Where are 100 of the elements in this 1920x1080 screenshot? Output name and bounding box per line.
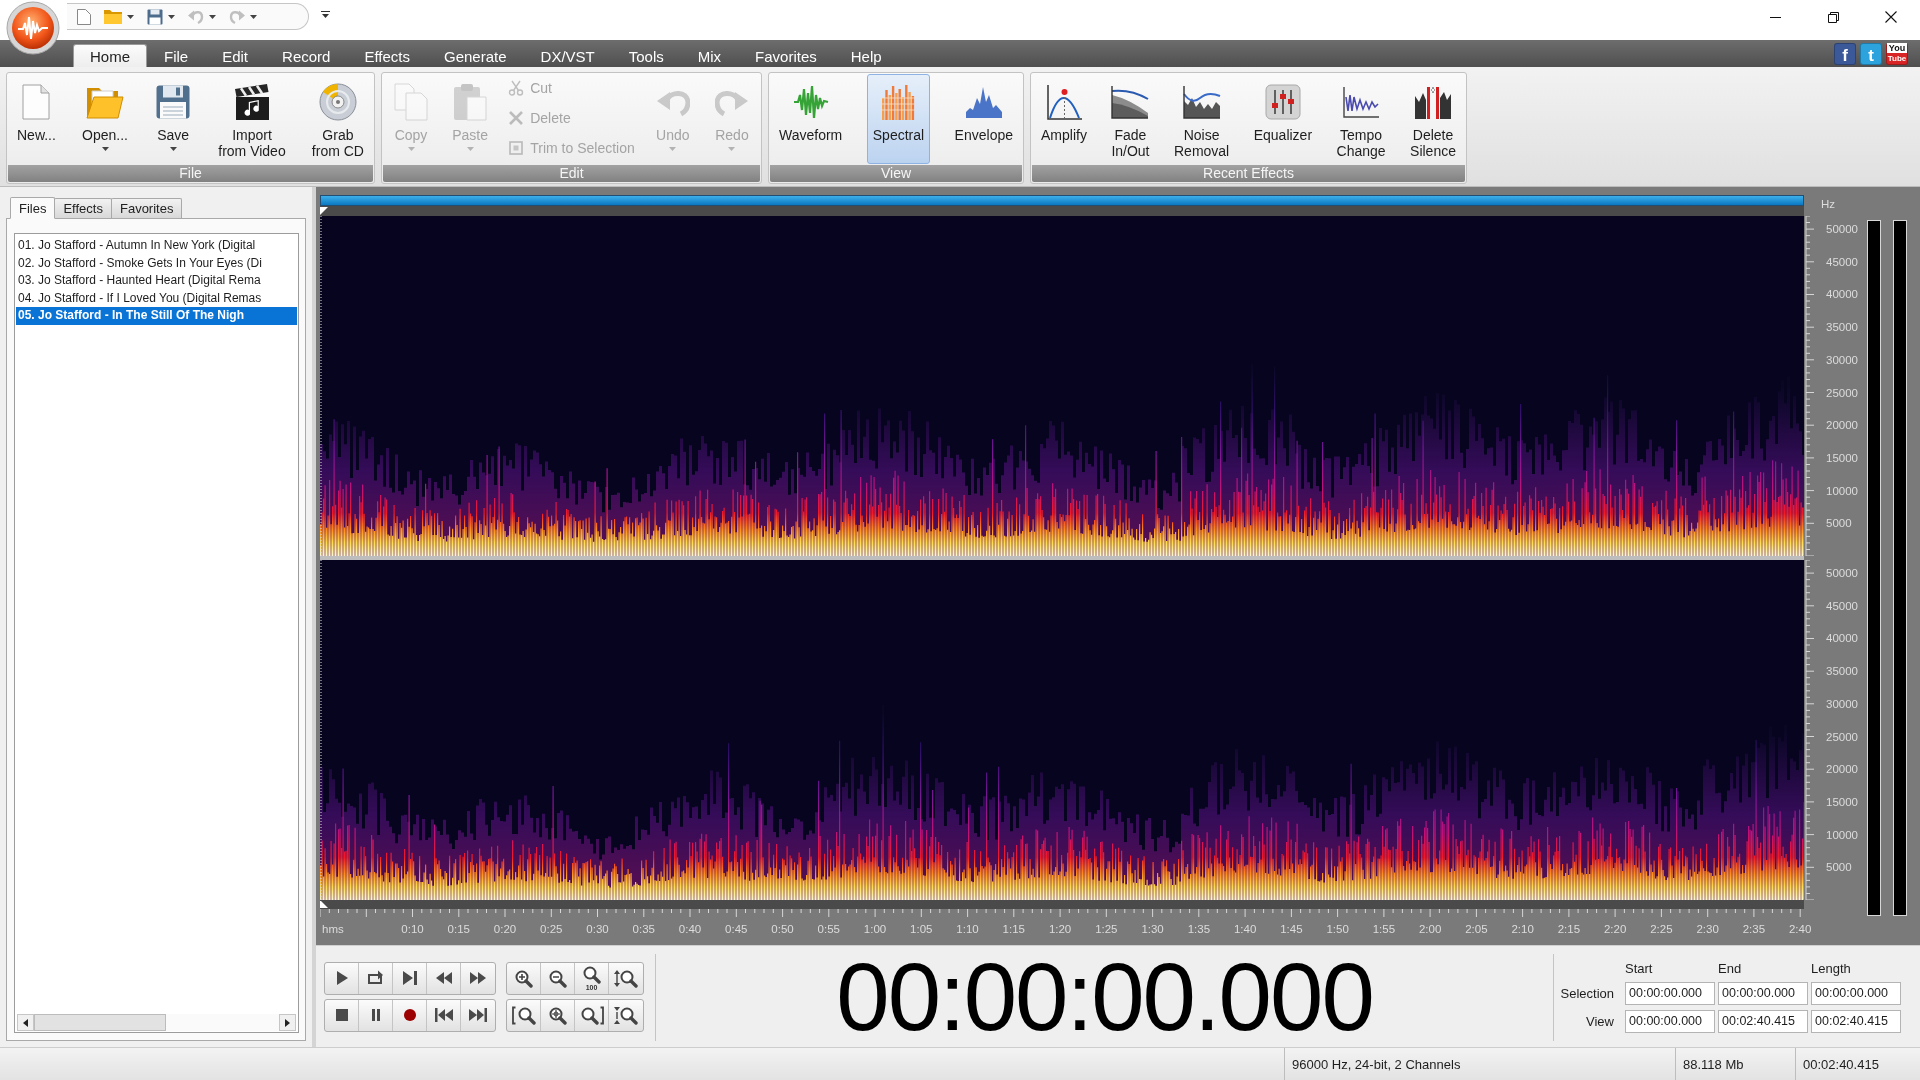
- axis-label: 1:35: [1187, 922, 1211, 936]
- menu-tab[interactable]: Help: [833, 44, 899, 67]
- ribbon-button[interactable]: Envelope: [948, 74, 1019, 164]
- time-field[interactable]: 00:00:00.000: [1811, 981, 1901, 1005]
- axis-label: 50000: [1826, 566, 1858, 581]
- folder-icon: [86, 85, 124, 119]
- ribbon-button[interactable]: Tempo Change: [1330, 74, 1392, 164]
- skip-to-end-icon: [468, 1006, 488, 1024]
- ribbon-button[interactable]: Open...: [76, 74, 134, 164]
- axis-unit-label: Hz: [1821, 197, 1836, 211]
- group-label: Recent Effects: [1032, 165, 1465, 182]
- time-field[interactable]: 00:02:40.415: [1718, 1009, 1808, 1033]
- menu-tab[interactable]: DX/VST: [523, 44, 612, 67]
- panel-tab[interactable]: Favorites: [110, 198, 183, 218]
- axis-label: 45000: [1826, 254, 1858, 269]
- scroll-right-button[interactable]: [279, 1014, 296, 1031]
- fast-forward-icon: [469, 969, 487, 987]
- file-item[interactable]: 01. Jo Stafford - Autumn In New York (Digital: [16, 237, 297, 255]
- axis-label: 10000: [1826, 483, 1858, 498]
- skip-to-start-icon: [433, 1006, 454, 1024]
- axis-label: 35000: [1826, 664, 1858, 679]
- axis-label: 0:35: [632, 922, 655, 936]
- redo-icon: [229, 8, 245, 25]
- folder-icon: [104, 9, 122, 24]
- axis-label: 50000: [1826, 222, 1858, 237]
- equalizer-icon: [1264, 84, 1301, 120]
- status-text: 88.118 Mb: [1675, 1048, 1795, 1080]
- axis-label: 5000: [1826, 860, 1852, 875]
- axis-label: 30000: [1826, 352, 1858, 367]
- vertical-zoom-icon: [614, 968, 638, 988]
- axis-label: 1:45: [1280, 922, 1303, 936]
- file-item[interactable]: 03. Jo Stafford - Haunted Heart (Digital Rema: [16, 272, 297, 290]
- axis-label: 0:15: [447, 922, 470, 936]
- ribbon-button[interactable]: Delete Silence: [1404, 74, 1462, 164]
- axis-label: 1:05: [910, 922, 933, 936]
- axis-label: 1:15: [1002, 922, 1025, 936]
- menu-tab[interactable]: Mix: [680, 44, 739, 67]
- scrollbar-thumb[interactable]: [34, 1014, 167, 1031]
- scroll-left-button[interactable]: [17, 1014, 34, 1031]
- menu-tab[interactable]: Home: [73, 44, 147, 67]
- zoom-bracket-icon: [579, 1005, 604, 1025]
- dropdown-menu-icon: [321, 11, 330, 19]
- ribbon-button[interactable]: Amplify: [1035, 74, 1093, 164]
- ribbon-button[interactable]: Save: [148, 74, 199, 164]
- axis-label: 1:55: [1372, 922, 1396, 936]
- ribbon-button[interactable]: Grab from CD: [305, 74, 370, 164]
- curve-peak-icon: [1045, 84, 1082, 120]
- axis-label: 1:40: [1233, 922, 1257, 936]
- ribbon-button[interactable]: Equalizer: [1247, 74, 1319, 164]
- menu-tab[interactable]: Effects: [347, 44, 427, 67]
- axis-label: 2:25: [1650, 922, 1673, 936]
- crop-icon: [508, 140, 525, 156]
- time-field[interactable]: 00:00:00.000: [1718, 981, 1808, 1005]
- customize-button[interactable]: [319, 9, 332, 21]
- axis-label: 0:50: [771, 922, 794, 936]
- menu-tab[interactable]: Generate: [427, 44, 524, 67]
- ribbon-button[interactable]: New...: [11, 74, 62, 164]
- menu-tab[interactable]: Edit: [205, 44, 266, 67]
- menu-tab[interactable]: Favorites: [738, 44, 834, 67]
- menu-tab[interactable]: Tools: [611, 44, 681, 67]
- clipboard-icon: [453, 83, 488, 121]
- axis-label: 10000: [1826, 827, 1858, 842]
- undo-icon: [188, 8, 204, 25]
- group-label: File: [8, 165, 373, 182]
- time-field[interactable]: 00:00:00.000: [1625, 981, 1715, 1005]
- loop-icon: [366, 969, 385, 987]
- panel-tab[interactable]: Files: [10, 197, 56, 219]
- axis-label: 2:35: [1742, 922, 1766, 936]
- noise-wave-icon: [1182, 85, 1221, 119]
- time-field[interactable]: 00:00:00.000: [1625, 1009, 1715, 1033]
- ribbon-button[interactable]: Noise Removal: [1168, 74, 1236, 164]
- overview-bar[interactable]: [320, 195, 1804, 206]
- axis-label: 2:40: [1788, 922, 1812, 936]
- ribbon-button[interactable]: Fade In/Out: [1105, 74, 1156, 164]
- close-icon: [1885, 11, 1897, 23]
- axis-label: 35000: [1826, 320, 1858, 335]
- file-item[interactable]: 05. Jo Stafford - In The Still Of The Nigh: [16, 307, 297, 325]
- axis-label: 5000: [1826, 516, 1852, 531]
- spectrum-bars-icon: [881, 84, 916, 120]
- axis-unit-label: hms: [322, 922, 344, 936]
- axis-label: 0:25: [540, 922, 563, 936]
- ribbon-button[interactable]: Import from Video: [212, 74, 292, 164]
- axis-label: 2:20: [1603, 922, 1627, 936]
- menu-tab[interactable]: Record: [265, 44, 348, 67]
- axis-label: 30000: [1826, 696, 1858, 711]
- time-field[interactable]: 00:02:40.415: [1811, 1009, 1901, 1033]
- silence-bars-icon: [1414, 84, 1452, 120]
- ribbon-button[interactable]: Spectral: [866, 74, 931, 164]
- social-link[interactable]: f: [1834, 42, 1856, 65]
- axis-label: 0:10: [401, 922, 424, 936]
- magnifier-icon: [582, 965, 601, 984]
- file-item[interactable]: 02. Jo Stafford - Smoke Gets In Your Eyes (Di: [16, 254, 297, 272]
- ribbon-button[interactable]: Waveform: [773, 74, 849, 164]
- row-label: Selection: [1560, 985, 1615, 1001]
- file-item[interactable]: 04. Jo Stafford - If I Loved You (Digital Remas: [16, 289, 297, 307]
- panel-tab[interactable]: Effects: [54, 198, 112, 218]
- axis-label: 15000: [1826, 794, 1858, 809]
- menu-tab[interactable]: File: [147, 44, 206, 67]
- axis-label: 20000: [1826, 418, 1858, 433]
- social-link[interactable]: You Tube: [1886, 42, 1908, 65]
